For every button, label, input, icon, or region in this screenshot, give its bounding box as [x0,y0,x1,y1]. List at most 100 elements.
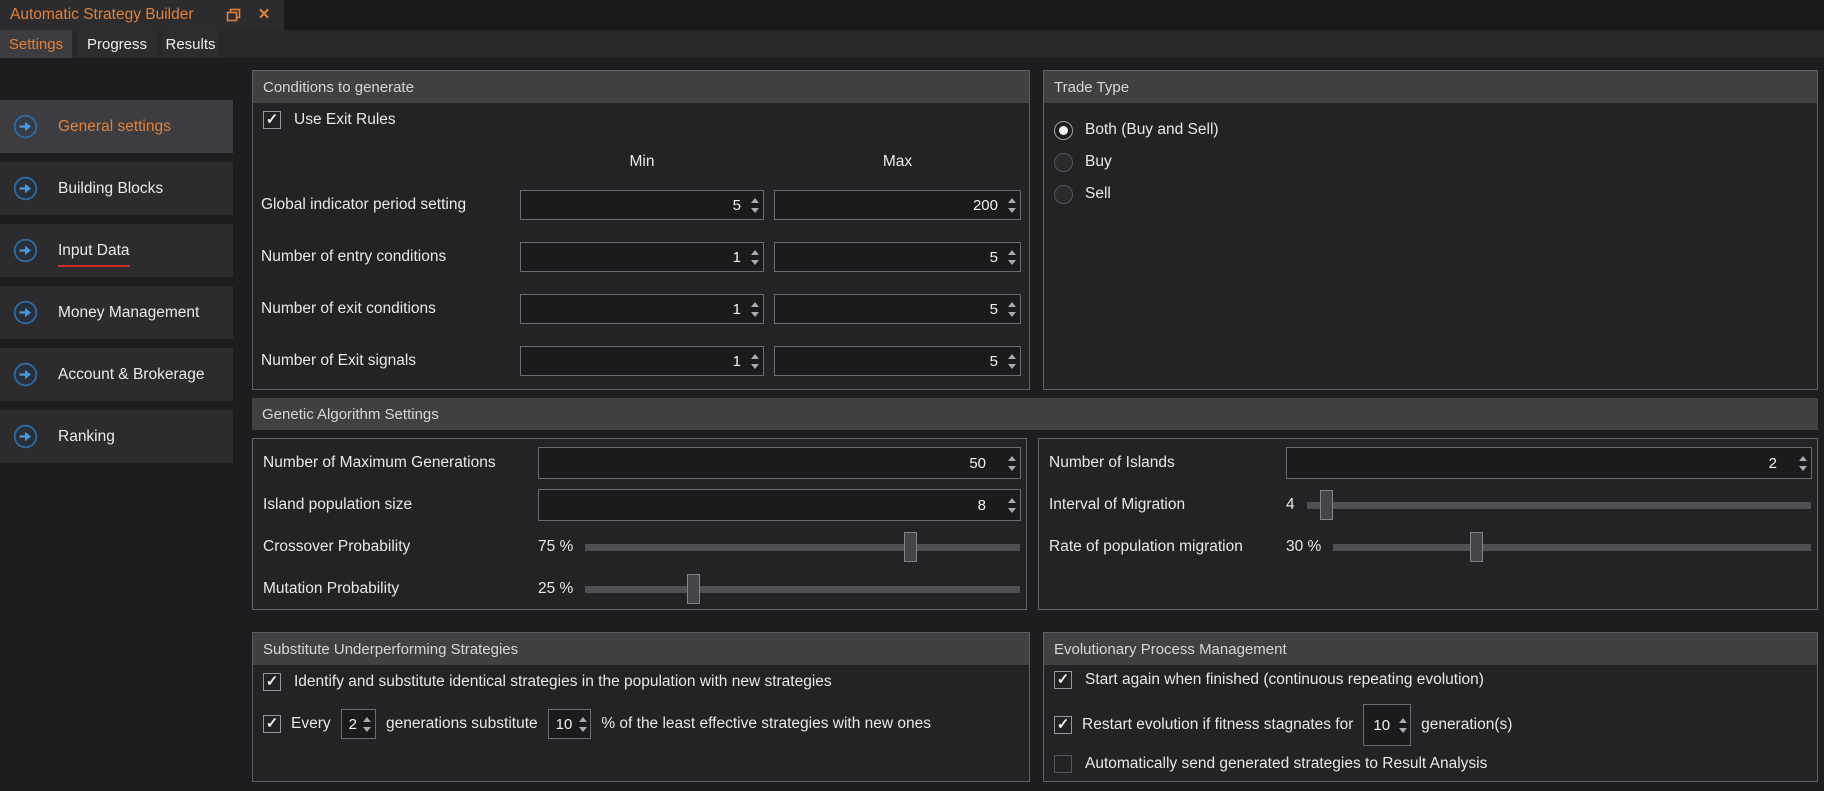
spin-up-icon[interactable] [1799,456,1807,461]
exit-signals-max-input[interactable]: 5 [774,346,1021,376]
titlebar: Automatic Strategy Builder × [0,0,1824,30]
crossover-slider[interactable] [585,532,1020,562]
tab-progress[interactable]: Progress [77,30,157,58]
spin-down-icon[interactable] [1008,260,1016,265]
spin-down-icon[interactable] [1008,312,1016,317]
migration-rate-value: 30 % [1286,538,1321,556]
island-population-input[interactable]: 8 [538,489,1021,521]
trade-type-option-sell[interactable]: Sell [1054,179,1219,209]
generations-suffix-label: generation(s) [1421,716,1512,734]
slider-thumb[interactable] [687,574,700,604]
spin-up-icon[interactable] [1008,354,1016,359]
substitute-identical-checkbox[interactable]: ✓ [263,673,281,691]
radio-icon[interactable] [1054,121,1073,140]
spin-down-icon[interactable] [1008,208,1016,213]
spin-up-icon[interactable] [1399,718,1407,723]
substitute-every-checkbox[interactable]: ✓ [263,715,281,733]
substitute-percent-input[interactable]: 10 [548,709,592,739]
spin-up-icon[interactable] [751,354,759,359]
tab-bar: Settings Progress Results [0,30,1824,58]
check-icon: ✓ [1057,715,1070,733]
tab-results[interactable]: Results [162,30,219,58]
spin-up-icon[interactable] [363,717,371,722]
sidebar-item-general-settings[interactable]: General settings [0,100,233,153]
check-icon: ✓ [266,110,279,128]
panel-substitute-header: Substitute Underperforming Strategies [253,633,1029,665]
spin-down-icon[interactable] [363,727,371,732]
sidebar-item-money-management[interactable]: Money Management [0,286,233,339]
spin-down-icon[interactable] [751,208,759,213]
substitute-identical-label: Identify and substitute identical strate… [294,673,832,691]
spin-up-icon[interactable] [751,198,759,203]
start-again-row: ✓ Start again when finished (continuous … [1054,671,1484,689]
row-label: Number of Maximum Generations [263,454,538,472]
islands-input[interactable]: 2 [1286,447,1812,479]
spin-up-icon[interactable] [579,717,587,722]
restart-evolution-row: ✓ Restart evolution if fitness stagnates… [1054,703,1512,747]
float-window-button[interactable] [222,3,246,27]
max-generations-input[interactable]: 50 [538,447,1021,479]
spin-down-icon[interactable] [751,312,759,317]
row-label: Rate of population migration [1049,538,1286,556]
migration-rate-row: Rate of population migration 30 % [1039,526,1817,568]
sidebar-item-account-brokerage[interactable]: Account & Brokerage [0,348,233,401]
migration-interval-slider[interactable] [1307,490,1811,520]
arrow-circle-icon [13,176,38,201]
spin-up-icon[interactable] [751,250,759,255]
start-again-checkbox[interactable]: ✓ [1054,671,1072,689]
sidebar-item-ranking[interactable]: Ranking [0,410,233,463]
spin-down-icon[interactable] [1399,728,1407,733]
minmax-headers: Min Max [253,153,1021,171]
exit-signals-min-input[interactable]: 1 [520,346,764,376]
slider-thumb[interactable] [904,532,917,562]
arrow-circle-icon [13,238,38,263]
exit-conditions-max-input[interactable]: 5 [774,294,1021,324]
global-period-min-input[interactable]: 5 [520,190,764,220]
spin-up-icon[interactable] [1008,498,1016,503]
mutation-value: 25 % [538,580,573,598]
auto-send-checkbox[interactable]: ✓ [1054,755,1072,773]
trade-type-option-buy[interactable]: Buy [1054,147,1219,177]
spin-up-icon[interactable] [1008,250,1016,255]
auto-send-label: Automatically send generated strategies … [1085,755,1487,773]
max-generations-row: Number of Maximum Generations 50 [253,442,1026,484]
exit-conditions-min-input[interactable]: 1 [520,294,764,324]
spin-up-icon[interactable] [1008,302,1016,307]
slider-track[interactable] [585,544,1020,551]
close-button[interactable]: × [252,3,276,27]
spin-down-icon[interactable] [1799,466,1807,471]
spin-down-icon[interactable] [1008,466,1016,471]
spin-down-icon[interactable] [751,260,759,265]
radio-icon[interactable] [1054,153,1073,172]
slider-track[interactable] [1333,544,1811,551]
sidebar-item-input-data[interactable]: Input Data [0,224,233,277]
restart-evolution-checkbox[interactable]: ✓ [1054,716,1072,734]
panel-trade-type: Trade Type Both (Buy and Sell) Buy Sell [1043,70,1818,390]
trade-type-option-both[interactable]: Both (Buy and Sell) [1054,115,1219,145]
mutation-slider[interactable] [585,574,1020,604]
global-period-max-input[interactable]: 200 [774,190,1021,220]
spin-down-icon[interactable] [1008,364,1016,369]
spin-up-icon[interactable] [751,302,759,307]
slider-thumb[interactable] [1320,490,1333,520]
tab-settings[interactable]: Settings [0,30,72,58]
generations-interval-input[interactable]: 2 [341,709,376,739]
slider-track[interactable] [585,586,1020,593]
migration-rate-slider[interactable] [1333,532,1811,562]
spin-up-icon[interactable] [1008,198,1016,203]
spin-up-icon[interactable] [1008,456,1016,461]
use-exit-rules-label: Use Exit Rules [294,111,396,129]
spin-down-icon[interactable] [579,727,587,732]
slider-track[interactable] [1307,502,1811,509]
slider-thumb[interactable] [1470,532,1483,562]
spin-down-icon[interactable] [1008,508,1016,513]
sidebar-item-building-blocks[interactable]: Building Blocks [0,162,233,215]
entry-conditions-min-input[interactable]: 1 [520,242,764,272]
stagnation-generations-input[interactable]: 10 [1363,704,1411,746]
entry-conditions-max-input[interactable]: 5 [774,242,1021,272]
radio-icon[interactable] [1054,185,1073,204]
substitute-every-row: ✓ Every 2 generations substitute 10 % of… [263,707,931,741]
panel-trade-type-header: Trade Type [1044,71,1817,103]
use-exit-rules-checkbox[interactable]: ✓ [263,111,281,129]
spin-down-icon[interactable] [751,364,759,369]
